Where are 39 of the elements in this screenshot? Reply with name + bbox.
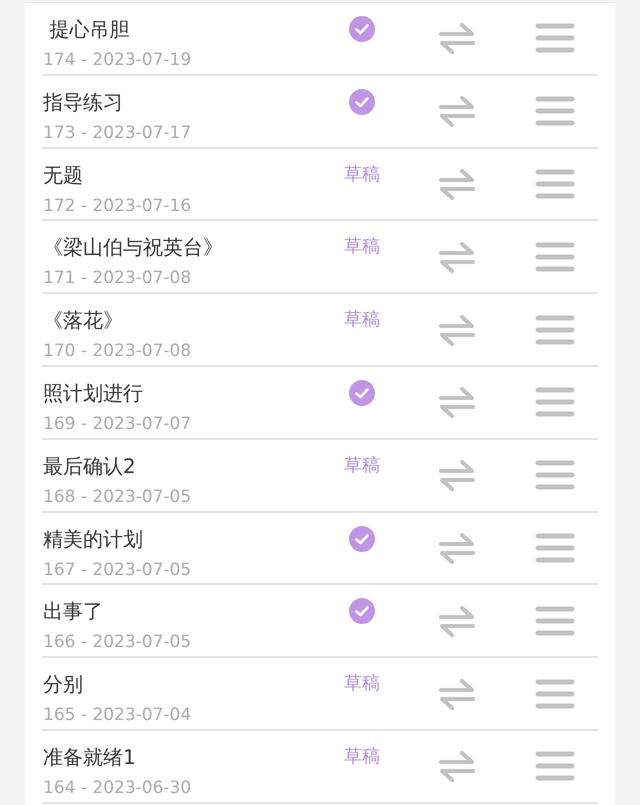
item-title[interactable]: 照计划进行 [43, 380, 322, 406]
drag-handle-icon[interactable] [535, 386, 575, 418]
item-title[interactable]: 提心吊胆 [43, 16, 322, 42]
item-meta: 168 - 2023-07-05 [43, 486, 192, 508]
item-meta: 174 - 2023-07-19 [43, 49, 192, 71]
drag-handle-icon[interactable] [535, 168, 575, 200]
draft-label: 草稿 [344, 162, 380, 187]
item-title[interactable]: 《梁山伯与祝英台》 [43, 234, 322, 260]
drag-handle-icon[interactable] [535, 459, 575, 492]
drag-handle-icon[interactable] [535, 750, 575, 782]
item-meta: 171 - 2023-07-08 [43, 267, 192, 290]
item-title[interactable]: 无题 [43, 162, 322, 188]
item-title[interactable]: 准备就绪1 [43, 744, 322, 770]
drag-handle-icon[interactable] [535, 22, 575, 54]
drag-handle-icon[interactable] [535, 314, 575, 346]
draft-label: 草稿 [344, 744, 380, 769]
drag-handle-icon[interactable] [535, 95, 575, 128]
drag-handle-icon[interactable] [535, 240, 575, 273]
item-title[interactable]: 最后确认2 [43, 452, 322, 479]
drag-handle-icon[interactable] [535, 678, 575, 710]
draft-label: 草稿 [344, 672, 380, 696]
draft-label: 草稿 [344, 454, 380, 478]
item-meta: 169 - 2023-07-07 [43, 412, 192, 435]
draft-label: 草稿 [344, 235, 380, 260]
item-meta: 172 - 2023-07-16 [43, 194, 192, 217]
item-title[interactable]: 出事了 [43, 598, 322, 624]
drag-handle-icon[interactable] [535, 532, 575, 564]
item-meta: 170 - 2023-07-08 [43, 340, 192, 362]
item-meta: 165 - 2023-07-04 [43, 704, 192, 726]
item-meta: 164 - 2023-06-30 [43, 776, 192, 799]
item-title[interactable]: 《落花》 [43, 307, 322, 334]
item-meta: 167 - 2023-07-05 [43, 558, 192, 581]
item-title[interactable]: 分别 [43, 671, 322, 698]
item-meta: 173 - 2023-07-17 [43, 122, 192, 144]
item-title[interactable]: 指导练习 [43, 88, 322, 115]
drag-handle-icon[interactable] [535, 604, 575, 637]
item-title[interactable]: 精美的计划 [43, 526, 322, 552]
item-meta: 166 - 2023-07-05 [43, 631, 192, 654]
draft-label: 草稿 [344, 308, 380, 332]
